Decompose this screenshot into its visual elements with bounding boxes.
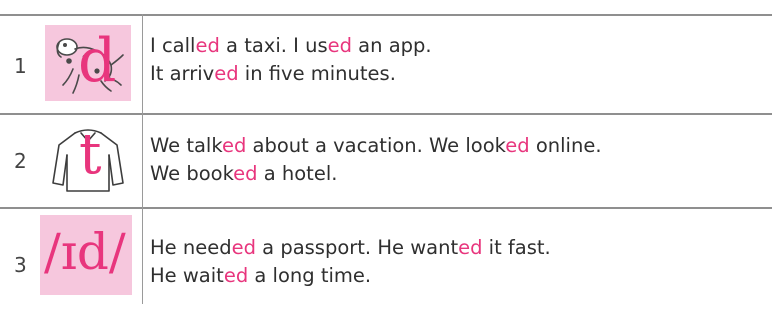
ed-ending: ed [327,34,352,57]
sentence-text: a passport. He want [255,236,459,259]
sentence-text: about a vacation. We look [246,134,506,157]
ed-ending: ed [458,236,483,259]
sound-tile-t: t [45,123,131,199]
table-row: 3 /ɪd/ He needed a passport. He wanted i… [0,207,777,307]
sentence-line: He needed a passport. He wanted it fast. [150,234,551,262]
sound-symbol: /ɪd/ [44,223,126,281]
sentence-text: We book [150,162,234,185]
sentence-line: It arrived in five minutes. [150,60,432,88]
ed-ending: ed [195,34,220,57]
table-row: 2 t We talked about a vacation. We looke… [0,113,777,207]
ed-ending: ed [231,236,256,259]
sentence-text: It arriv [150,62,215,85]
row-number: 2 [14,149,27,173]
sentence-text: a taxi. I us [219,34,328,57]
sentence-text: a hotel. [257,162,338,185]
sentence-text: I call [150,34,196,57]
sentence-text: He need [150,236,232,259]
ed-ending: ed [505,134,530,157]
row-number: 1 [14,54,27,78]
sentence-text: We talk [150,134,222,157]
ed-ending: ed [233,162,258,185]
sound-symbol: t [79,122,102,187]
example-sentences: We talked about a vacation. We looked on… [150,132,602,188]
sound-symbol: d [78,26,117,96]
ed-ending: ed [223,264,249,287]
sentence-line: We booked a hotel. [150,160,602,188]
sentence-line: I called a taxi. I used an app. [150,32,432,60]
sentence-text: an app. [351,34,432,57]
sentence-text: it fast. [482,236,551,259]
example-sentences: He needed a passport. He wanted it fast.… [150,234,551,290]
sentence-line: We talked about a vacation. We looked on… [150,132,602,160]
pronunciation-table: 1 d I called a taxi. I used an app. It a… [0,0,777,309]
sentence-text: online. [529,134,602,157]
sentence-text: He wait [150,264,224,287]
sentence-line: He waited a long time. [150,262,551,290]
example-sentences: I called a taxi. I used an app. It arriv… [150,32,432,88]
sentence-text: a long time. [248,264,372,287]
sentence-text: in five minutes. [238,62,396,85]
row-number: 3 [14,253,27,277]
ed-ending: ed [214,62,239,85]
table-row: 1 d I called a taxi. I used an app. It a… [0,14,777,113]
sound-tile-id: /ɪd/ [40,215,132,295]
sound-tile-d: d [45,25,131,101]
ed-ending: ed [221,134,247,157]
